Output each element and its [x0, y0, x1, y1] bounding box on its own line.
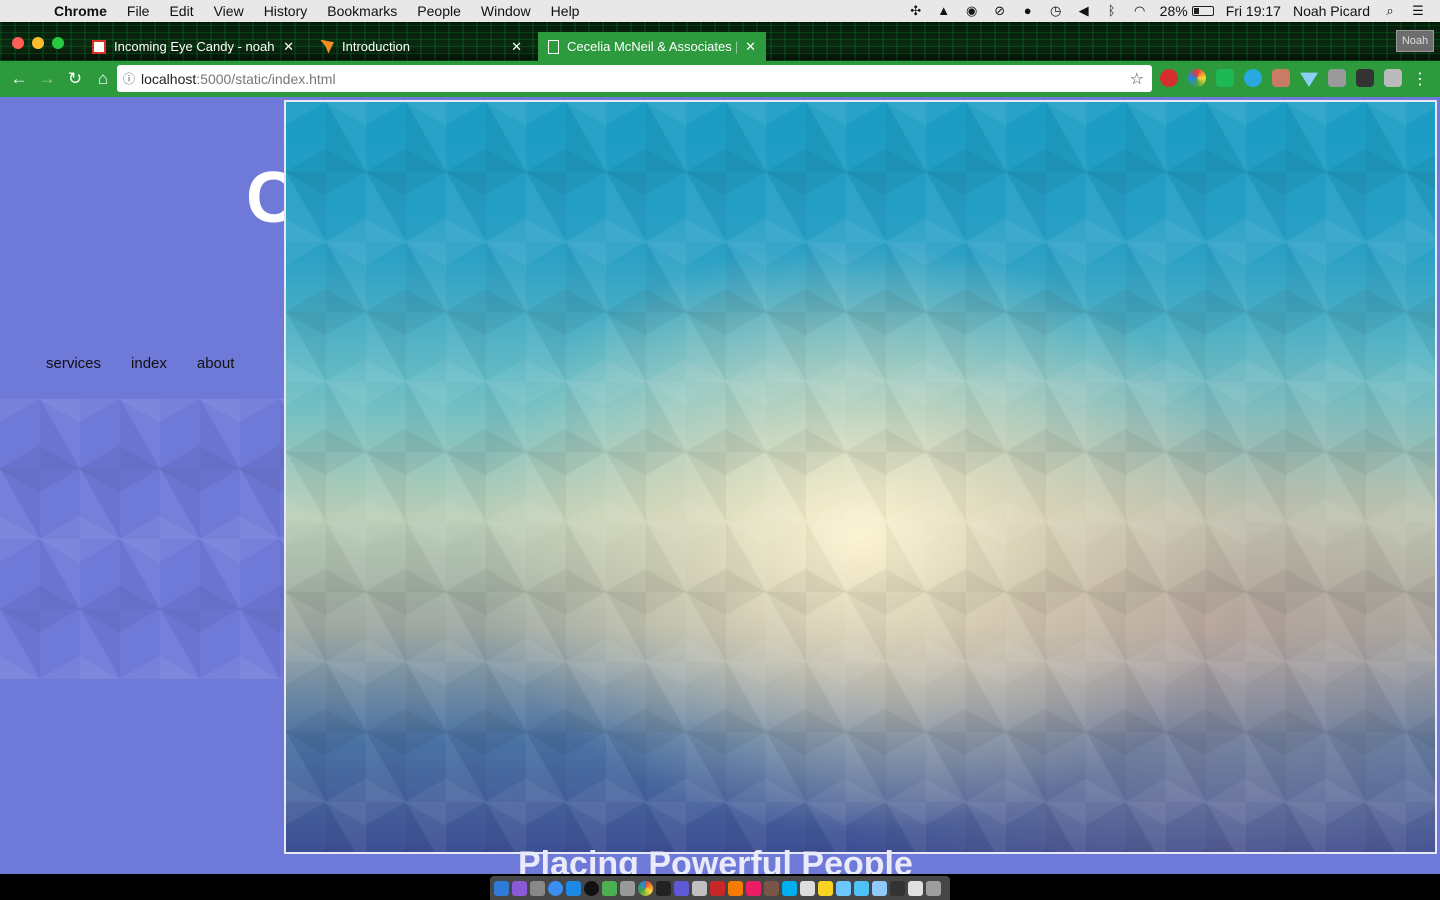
- tab-introduction[interactable]: Introduction ✕: [310, 32, 532, 61]
- safari-icon[interactable]: [548, 880, 563, 896]
- menu-window[interactable]: Window: [471, 3, 541, 19]
- battery-indicator[interactable]: 28%: [1160, 3, 1214, 19]
- utility-icon[interactable]: [620, 880, 635, 896]
- photo-icon[interactable]: [746, 880, 761, 896]
- time-machine-icon[interactable]: ◷: [1048, 4, 1064, 18]
- url-path: :5000/static/index.html: [196, 70, 336, 87]
- extension-status-icon[interactable]: ●: [1020, 4, 1036, 18]
- bluetooth-icon[interactable]: ᛒ: [1104, 4, 1120, 18]
- menu-history[interactable]: History: [254, 3, 318, 19]
- reload-icon[interactable]: ↻: [61, 69, 89, 89]
- battery-percent: 28%: [1159, 3, 1188, 19]
- bookmark-star-icon[interactable]: ☆: [1130, 69, 1144, 89]
- dark-reader-extension-icon[interactable]: [1244, 69, 1262, 87]
- macos-dock: [490, 876, 950, 900]
- document-icon: [548, 39, 559, 54]
- user-name[interactable]: Noah Picard: [1293, 3, 1370, 19]
- profile-button[interactable]: Noah: [1396, 30, 1434, 52]
- calculator-icon[interactable]: [692, 880, 707, 896]
- trash-icon[interactable]: [926, 880, 941, 896]
- gem-extension-icon[interactable]: [1300, 72, 1318, 87]
- nav-link-services[interactable]: services: [46, 355, 101, 372]
- crx-extension-icon[interactable]: [1328, 69, 1346, 87]
- window-icon[interactable]: [908, 880, 923, 896]
- dropbox-icon[interactable]: ✣: [908, 4, 924, 18]
- chrome-icon[interactable]: [638, 880, 653, 896]
- site-nav: services index about: [46, 355, 234, 372]
- close-window-button[interactable]: [12, 37, 24, 49]
- tab-cecelia-mcneil[interactable]: Cecelia McNeil & Associates | C ✕: [538, 32, 766, 61]
- minimize-window-button[interactable]: [32, 37, 44, 49]
- editor-icon[interactable]: [674, 880, 689, 896]
- downloads-folder-icon[interactable]: [854, 880, 869, 896]
- chrome-menu-icon[interactable]: ⋮: [1412, 69, 1428, 89]
- macos-menu-bar: Chrome File Edit View History Bookmarks …: [0, 0, 1440, 22]
- screen-icon[interactable]: [890, 880, 905, 896]
- menu-view[interactable]: View: [204, 3, 254, 19]
- swift-icon: [320, 39, 334, 54]
- menu-people[interactable]: People: [407, 3, 471, 19]
- extensions-area: [1160, 69, 1402, 87]
- status-area: ✣ ▲ ◉ ⊘ ● ◷ ◀ ᛒ ◠ 28% Fri 19:17 Noah Pic…: [908, 3, 1440, 19]
- spotify-icon[interactable]: [584, 880, 599, 896]
- browser-toolbar: ← → ↻ ⌂ ⓘ localhost:5000/static/index.ht…: [0, 61, 1440, 97]
- documents-folder-icon[interactable]: [872, 880, 887, 896]
- close-tab-icon[interactable]: ✕: [283, 39, 294, 55]
- zoom-window-button[interactable]: [52, 37, 64, 49]
- system-preferences-icon[interactable]: [530, 880, 545, 896]
- hexagon-hero-image: [284, 100, 1437, 854]
- hexagon-pattern: [286, 102, 1435, 852]
- terminal-icon[interactable]: [656, 880, 671, 896]
- close-tab-icon[interactable]: ✕: [745, 39, 756, 55]
- menu-edit[interactable]: Edit: [159, 3, 203, 19]
- adblock-extension-icon[interactable]: [1160, 69, 1178, 87]
- color-picker-extension-icon[interactable]: [1188, 69, 1206, 87]
- tagline: Placing Powerful People: [518, 845, 913, 874]
- spotlight-search-icon[interactable]: ⌕: [1382, 4, 1398, 18]
- app-store-icon[interactable]: [566, 880, 581, 896]
- archive-icon[interactable]: [764, 880, 779, 896]
- window-controls: [12, 37, 64, 49]
- back-arrow-icon[interactable]: ←: [5, 69, 33, 89]
- drive-icon[interactable]: ▲: [936, 4, 952, 18]
- vlc-icon[interactable]: [728, 880, 743, 896]
- folder-icon[interactable]: [836, 880, 851, 896]
- gmail-icon: [92, 39, 106, 54]
- menu-help[interactable]: Help: [541, 3, 590, 19]
- nav-link-index[interactable]: index: [131, 355, 167, 372]
- launchpad-icon[interactable]: [512, 880, 527, 896]
- menu-file[interactable]: File: [117, 3, 160, 19]
- hexagon-background-band: [0, 399, 300, 679]
- r-extension-icon[interactable]: [1384, 69, 1402, 87]
- volume-icon[interactable]: ◀: [1076, 4, 1092, 18]
- filezilla-icon[interactable]: [710, 880, 725, 896]
- pocket-extension-icon[interactable]: [1272, 69, 1290, 87]
- close-tab-icon[interactable]: ✕: [511, 39, 522, 55]
- url-host: localhost: [141, 70, 197, 87]
- finder-icon[interactable]: [494, 880, 509, 896]
- notes-icon[interactable]: [818, 880, 833, 896]
- messages-icon[interactable]: [602, 880, 617, 896]
- site-info-icon[interactable]: ⓘ: [117, 70, 141, 87]
- battery-icon: [1191, 6, 1214, 16]
- nav-link-about[interactable]: about: [197, 355, 235, 372]
- skype-icon[interactable]: [782, 880, 797, 896]
- tab-strip: Incoming Eye Candy - noahapi ✕ Introduct…: [0, 22, 1440, 61]
- creative-cloud-icon[interactable]: ◉: [964, 4, 980, 18]
- forward-arrow-icon[interactable]: →: [33, 69, 61, 89]
- address-bar[interactable]: ⓘ localhost:5000/static/index.html ☆: [117, 65, 1152, 92]
- terminal-extension-icon[interactable]: [1356, 69, 1374, 87]
- web-page: C services index about Placing Powerful …: [0, 97, 1440, 874]
- menu-bookmarks[interactable]: Bookmarks: [317, 3, 407, 19]
- notification-center-icon[interactable]: ☰: [1410, 4, 1426, 18]
- tab-incoming-eye-candy[interactable]: Incoming Eye Candy - noahapi ✕: [82, 32, 304, 61]
- wifi-icon[interactable]: ◠: [1132, 4, 1148, 18]
- app-menu[interactable]: Chrome: [44, 3, 117, 19]
- script-icon[interactable]: [800, 880, 815, 896]
- clock[interactable]: Fri 19:17: [1226, 3, 1281, 19]
- hangouts-extension-icon[interactable]: [1216, 69, 1234, 87]
- home-icon[interactable]: ⌂: [89, 69, 117, 89]
- sync-icon[interactable]: ⊘: [992, 4, 1008, 18]
